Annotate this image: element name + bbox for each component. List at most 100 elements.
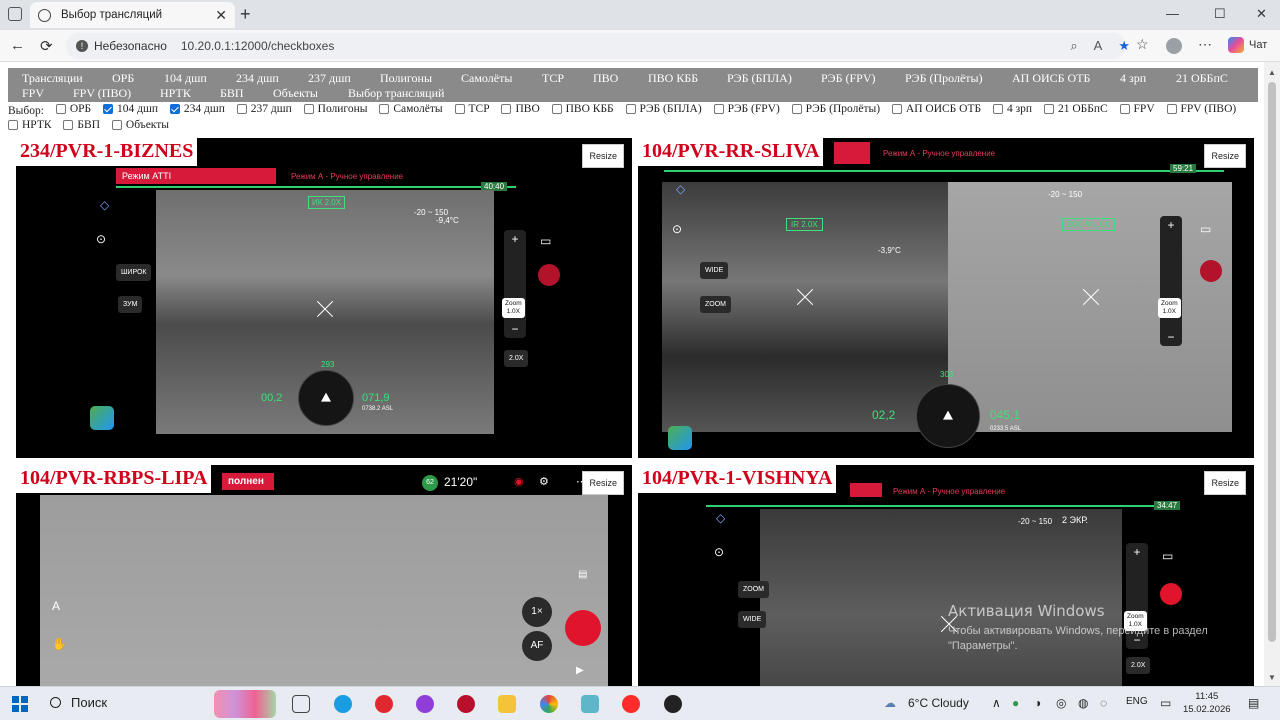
- camera-icon[interactable]: ▭: [1200, 222, 1211, 236]
- checkbox[interactable]: [891, 104, 902, 114]
- nav-item[interactable]: ПВО КББ: [648, 71, 698, 86]
- taskbar-search[interactable]: Поиск: [50, 695, 107, 710]
- warning-icon[interactable]: !: [76, 40, 88, 52]
- language-indicator[interactable]: ENG: [1126, 696, 1148, 707]
- checkbox[interactable]: [625, 104, 636, 114]
- zoom-button[interactable]: ZOOM: [700, 296, 731, 313]
- weather-icon[interactable]: ☁: [884, 696, 896, 710]
- drone-diamond-icon[interactable]: ◇: [676, 182, 685, 196]
- page-scrollbar[interactable]: ▲ ▼: [1264, 62, 1280, 686]
- stream-tile[interactable]: 234/PVR-1-BIZNES Resize Режим ATTI Режим…: [16, 138, 632, 458]
- checkbox[interactable]: [8, 120, 18, 130]
- wide-button[interactable]: WIDE: [700, 262, 729, 279]
- reload-button[interactable]: ⟳: [40, 37, 53, 55]
- nav-item[interactable]: 104 дшп: [164, 71, 207, 86]
- gallery-icon[interactable]: ▤: [578, 569, 587, 580]
- nav-item[interactable]: Самолёты: [461, 71, 512, 86]
- close-window-button[interactable]: ✕: [1256, 6, 1267, 22]
- wide-button[interactable]: ШИРОК: [116, 264, 152, 281]
- weather-text[interactable]: 6°C Cloudy: [908, 696, 969, 710]
- tab-close-icon[interactable]: ✕: [215, 7, 227, 24]
- zoom-slider[interactable]: + −: [1160, 216, 1182, 346]
- checkbox[interactable]: [55, 104, 66, 114]
- zoom-slider[interactable]: + −: [504, 230, 526, 338]
- more-menu-icon[interactable]: ⋯: [1198, 36, 1212, 53]
- scroll-thumb[interactable]: [1268, 82, 1276, 642]
- tray-app-icon[interactable]: ◍: [1078, 696, 1088, 710]
- checkbox[interactable]: [454, 104, 465, 114]
- yandex-browser-icon[interactable]: [375, 695, 393, 713]
- settings-icon[interactable]: ⚙: [539, 475, 549, 488]
- resize-button[interactable]: Resize: [582, 471, 624, 495]
- camera-icon[interactable]: ▭: [1162, 549, 1173, 563]
- zoom-1x-button[interactable]: 1×: [522, 597, 552, 627]
- nav-item[interactable]: ТСР: [542, 71, 564, 86]
- stream-tile[interactable]: 104/PVR-RR-SLIVA Resize Режим А - Ручное…: [638, 138, 1254, 458]
- checkbox[interactable]: [169, 104, 180, 114]
- nav-item[interactable]: НРТК: [160, 86, 191, 101]
- edge-icon[interactable]: [334, 695, 352, 713]
- copilot-button[interactable]: Чат: [1228, 37, 1267, 53]
- network-icon[interactable]: ▭: [1160, 696, 1171, 710]
- zoom-button[interactable]: ЗУМ: [118, 296, 143, 313]
- autofocus-button[interactable]: AF: [522, 631, 552, 661]
- checkbox[interactable]: [1043, 104, 1054, 114]
- playback-icon[interactable]: ▶: [576, 665, 584, 676]
- zoom-minus-icon[interactable]: −: [504, 322, 526, 336]
- search-highlight-image[interactable]: [214, 690, 276, 718]
- zoom-plus-icon[interactable]: +: [504, 232, 526, 246]
- profile-avatar[interactable]: [1166, 38, 1182, 54]
- yandex-icon[interactable]: [622, 695, 640, 713]
- chrome-icon[interactable]: [540, 695, 558, 713]
- drone-diamond-icon[interactable]: ◇: [100, 198, 109, 212]
- url-text[interactable]: 10.20.0.1:12000/checkboxes: [181, 39, 334, 53]
- hand-icon[interactable]: ✋: [52, 637, 67, 651]
- new-tab-button[interactable]: +: [240, 4, 251, 25]
- file-explorer-icon[interactable]: [498, 695, 516, 713]
- ae-lock-icon[interactable]: A: [52, 599, 60, 613]
- nav-item[interactable]: БВП: [220, 86, 244, 101]
- tray-app-icon[interactable]: ◌: [1100, 696, 1107, 710]
- scroll-up-icon[interactable]: ▲: [1268, 68, 1276, 77]
- back-button[interactable]: ←: [10, 37, 25, 54]
- zoom-icon[interactable]: ⌕: [1070, 38, 1077, 54]
- nav-item[interactable]: Объекты: [273, 86, 318, 101]
- clock[interactable]: 11:45 15.02.2026: [1183, 690, 1231, 716]
- zoom-button[interactable]: ZOOM: [738, 581, 769, 598]
- zoom-plus-icon[interactable]: +: [1160, 218, 1182, 232]
- url-field[interactable]: ! Небезопасно 10.20.0.1:12000/checkboxes: [66, 33, 1126, 59]
- target-icon[interactable]: ⊙: [714, 545, 724, 559]
- checkbox[interactable]: [551, 104, 562, 114]
- notifications-icon[interactable]: ▤: [1248, 696, 1259, 710]
- tray-app-icon[interactable]: ◑: [1034, 696, 1041, 710]
- wide-button[interactable]: WIDE: [738, 611, 767, 628]
- nav-item[interactable]: ОРБ: [112, 71, 134, 86]
- camera-icon[interactable]: ▭: [540, 234, 551, 248]
- app-icon[interactable]: [457, 695, 475, 713]
- tray-expand-icon[interactable]: ∧: [992, 696, 1001, 710]
- tray-app-icon[interactable]: ◎: [1056, 696, 1066, 710]
- record-button[interactable]: [1200, 260, 1222, 282]
- checkbox[interactable]: [992, 104, 1003, 114]
- nav-item[interactable]: 4 зрп: [1120, 71, 1146, 86]
- messenger-icon[interactable]: [416, 695, 434, 713]
- nav-item[interactable]: РЭБ (FPV): [821, 71, 876, 86]
- favorite-star-icon[interactable]: ★: [1118, 38, 1130, 54]
- checkbox[interactable]: [111, 120, 122, 130]
- nav-item[interactable]: АП ОИСБ ОТБ: [1012, 71, 1090, 86]
- target-icon[interactable]: ⊙: [672, 222, 682, 236]
- resize-button[interactable]: Resize: [1204, 471, 1246, 495]
- checkbox[interactable]: [713, 104, 724, 114]
- tab-active[interactable]: Выбор трансляций ✕: [30, 2, 235, 28]
- app-icon[interactable]: [581, 695, 599, 713]
- map-icon[interactable]: [668, 426, 692, 450]
- nav-item[interactable]: Трансляции: [22, 71, 83, 86]
- tray-app-icon[interactable]: ●: [1012, 696, 1019, 710]
- tab-actions-icon[interactable]: [8, 7, 22, 21]
- scroll-down-icon[interactable]: ▼: [1268, 673, 1276, 682]
- record-button[interactable]: [538, 264, 560, 286]
- nav-item[interactable]: ПВО: [593, 71, 618, 86]
- checkbox[interactable]: [103, 104, 114, 114]
- map-icon[interactable]: [90, 406, 114, 430]
- maximize-button[interactable]: ☐: [1214, 6, 1226, 22]
